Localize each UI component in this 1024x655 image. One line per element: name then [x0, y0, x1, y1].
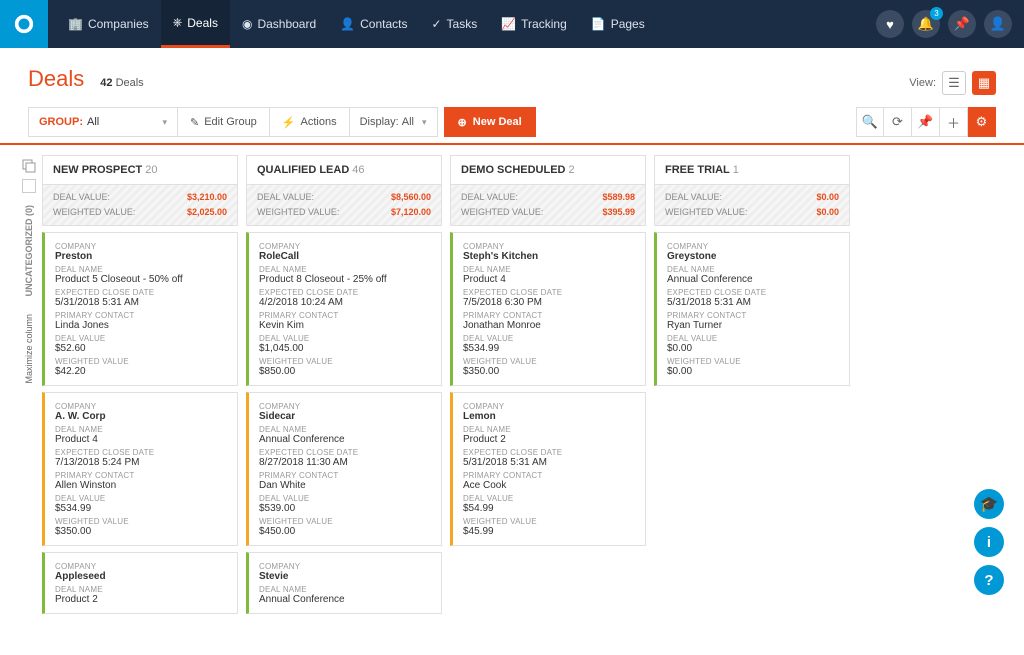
contacts-icon: 👤: [340, 17, 355, 31]
deal-card[interactable]: COMPANYSteph's Kitchen DEAL NAMEProduct …: [450, 232, 646, 386]
deal-card[interactable]: COMPANYSidecar DEAL NAMEAnnual Conferenc…: [246, 392, 442, 546]
pages-icon: 📄: [591, 17, 606, 31]
column-header[interactable]: NEW PROSPECT20: [42, 155, 238, 185]
toolbar: GROUP: All▾ ✎Edit Group ⚡Actions Display…: [0, 103, 1024, 145]
display-selector[interactable]: Display: All▾: [350, 107, 438, 137]
info-button[interactable]: i: [974, 527, 1004, 557]
dashboard-icon: ◉: [242, 17, 252, 31]
pin-button[interactable]: 📌: [948, 10, 976, 38]
uncategorized-label[interactable]: UNCATEGORIZED (0): [24, 199, 34, 302]
column-totals: DEAL VALUE:$3,210.00 WEIGHTED VALUE:$2,0…: [42, 185, 238, 226]
rail-placeholder: [22, 179, 36, 193]
notification-badge: 3: [930, 7, 943, 20]
pencil-icon: ✎: [190, 116, 199, 129]
deal-card[interactable]: COMPANYA. W. Corp DEAL NAMEProduct 4EXPE…: [42, 392, 238, 546]
refresh-button[interactable]: ⟳: [884, 107, 912, 137]
deals-icon: ⎈: [173, 15, 183, 30]
pipeline-column: DEMO SCHEDULED2 DEAL VALUE:$589.98 WEIGH…: [450, 155, 646, 655]
bolt-icon: ⚡: [282, 116, 296, 129]
help-button[interactable]: ?: [974, 565, 1004, 595]
user-avatar[interactable]: 👤: [984, 10, 1012, 38]
add-button[interactable]: ＋: [940, 107, 968, 137]
nav-item-tracking[interactable]: 📈Tracking: [489, 0, 579, 48]
copy-icon[interactable]: [22, 159, 36, 173]
tracking-icon: 📈: [501, 17, 516, 31]
deal-card[interactable]: COMPANYRoleCall DEAL NAMEProduct 8 Close…: [246, 232, 442, 386]
app-logo[interactable]: [0, 0, 48, 48]
pin-toolbar-button[interactable]: 📌: [912, 107, 940, 137]
column-totals: DEAL VALUE:$8,560.00 WEIGHTED VALUE:$7,1…: [246, 185, 442, 226]
deal-card[interactable]: COMPANYAppleseed DEAL NAMEProduct 2: [42, 552, 238, 614]
academy-button[interactable]: 🎓: [974, 489, 1004, 519]
page-header: Deals 42 Deals View: ☰ ▦: [0, 48, 1024, 103]
deal-card[interactable]: COMPANYPreston DEAL NAMEProduct 5 Closeo…: [42, 232, 238, 386]
nav-item-contacts[interactable]: 👤Contacts: [328, 0, 419, 48]
top-navbar: 🏢Companies⎈Deals◉Dashboard👤Contacts✓Task…: [0, 0, 1024, 48]
tasks-icon: ✓: [431, 17, 441, 31]
view-list-button[interactable]: ☰: [942, 71, 966, 95]
nav-item-tasks[interactable]: ✓Tasks: [419, 0, 489, 48]
column-totals: DEAL VALUE:$589.98 WEIGHTED VALUE:$395.9…: [450, 185, 646, 226]
left-rail: UNCATEGORIZED (0) Maximize column: [16, 155, 42, 655]
nav-item-pages[interactable]: 📄Pages: [579, 0, 657, 48]
column-totals: DEAL VALUE:$0.00 WEIGHTED VALUE:$0.00: [654, 185, 850, 226]
notifications-button[interactable]: 🔔3: [912, 10, 940, 38]
deal-card[interactable]: COMPANYGreystone DEAL NAMEAnnual Confere…: [654, 232, 850, 386]
favorites-button[interactable]: ♥: [876, 10, 904, 38]
new-deal-button[interactable]: ⊕New Deal: [444, 107, 536, 137]
companies-icon: 🏢: [68, 17, 83, 31]
deal-count: 42 Deals: [100, 77, 143, 89]
nav-item-companies[interactable]: 🏢Companies: [56, 0, 161, 48]
plus-icon: ⊕: [458, 116, 467, 129]
deal-card[interactable]: COMPANYStevie DEAL NAMEAnnual Conference: [246, 552, 442, 614]
pipeline-column: NEW PROSPECT20 DEAL VALUE:$3,210.00 WEIG…: [42, 155, 238, 655]
nav-item-dashboard[interactable]: ◉Dashboard: [230, 0, 328, 48]
settings-button[interactable]: ⚙: [968, 107, 996, 137]
pipeline-column: QUALIFIED LEAD46 DEAL VALUE:$8,560.00 WE…: [246, 155, 442, 655]
deal-card[interactable]: COMPANYLemon DEAL NAMEProduct 2EXPECTED …: [450, 392, 646, 546]
actions-button[interactable]: ⚡Actions: [270, 107, 350, 137]
page-title: Deals: [28, 66, 84, 92]
maximize-column-label[interactable]: Maximize column: [24, 308, 34, 390]
column-header[interactable]: DEMO SCHEDULED2: [450, 155, 646, 185]
group-selector[interactable]: GROUP: All▾: [28, 107, 178, 137]
view-label: View:: [909, 77, 936, 89]
pipeline-column: FREE TRIAL1 DEAL VALUE:$0.00 WEIGHTED VA…: [654, 155, 850, 655]
column-header[interactable]: QUALIFIED LEAD46: [246, 155, 442, 185]
view-board-button[interactable]: ▦: [972, 71, 996, 95]
search-button[interactable]: 🔍: [856, 107, 884, 137]
nav-item-deals[interactable]: ⎈Deals: [161, 0, 230, 48]
edit-group-button[interactable]: ✎Edit Group: [178, 107, 270, 137]
column-header[interactable]: FREE TRIAL1: [654, 155, 850, 185]
